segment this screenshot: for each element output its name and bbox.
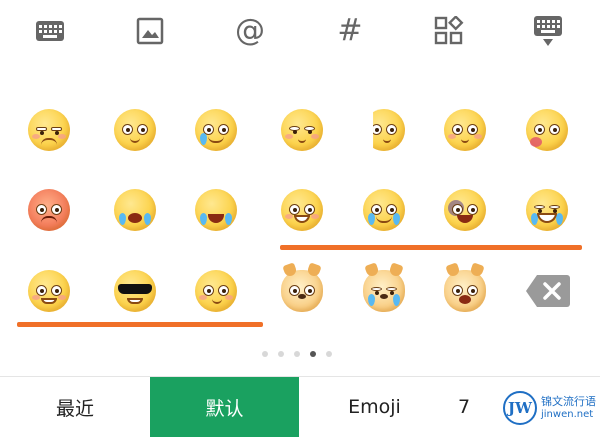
peeking-emoji[interactable]: [358, 104, 410, 156]
tab-label: 最近: [55, 397, 94, 420]
smirk-emoji[interactable]: [190, 265, 242, 317]
waving-tears-emoji[interactable]: [190, 104, 242, 156]
tab-default[interactable]: 默认: [150, 377, 299, 437]
emoji-grid: [0, 0, 600, 345]
angry-emoji[interactable]: [23, 184, 75, 236]
watermark-url: jinwen.net: [541, 408, 594, 420]
page-dot-active[interactable]: [310, 351, 316, 357]
doge-shocked-emoji[interactable]: [439, 262, 491, 317]
vomit-emoji[interactable]: [521, 104, 573, 156]
smug-emoji[interactable]: [276, 104, 328, 156]
tab-label: Emoji: [348, 396, 401, 418]
tab-label: 7: [458, 396, 471, 418]
tab-label: 默认: [205, 397, 244, 420]
doge-emoji[interactable]: [276, 262, 328, 317]
sunglasses-emoji[interactable]: [109, 265, 161, 317]
page-dot[interactable]: [278, 351, 284, 357]
laugh-tears-emoji[interactable]: [358, 184, 410, 236]
highlight-underline: [17, 322, 263, 327]
watermark-logo: JW 锦文流行语 jinwen.net: [503, 385, 600, 431]
dizzy-emoji[interactable]: [109, 104, 161, 156]
tab-emoji[interactable]: Emoji: [299, 377, 450, 437]
crying-emoji[interactable]: [109, 184, 161, 236]
page-dot[interactable]: [326, 351, 332, 357]
big-laugh-emoji[interactable]: [521, 184, 573, 236]
highlight-underline: [280, 245, 582, 250]
tab-recent[interactable]: 最近: [0, 377, 150, 437]
embarrassed-emoji[interactable]: [23, 104, 75, 156]
doge-tears-emoji[interactable]: [358, 262, 410, 317]
backspace-icon[interactable]: [525, 273, 571, 309]
page-indicator: [262, 350, 338, 358]
bruised-emoji[interactable]: [439, 184, 491, 236]
watermark-name: 锦文流行语: [541, 394, 596, 408]
shy-smile-emoji[interactable]: [23, 265, 75, 317]
shush-emoji[interactable]: [439, 104, 491, 156]
page-dot[interactable]: [294, 351, 300, 357]
page-dot[interactable]: [262, 351, 268, 357]
jw-logo: JW: [503, 391, 537, 425]
grin-squint-emoji[interactable]: [276, 184, 328, 236]
laugh-cry-hands-emoji[interactable]: [190, 184, 242, 236]
emoji-face: [28, 109, 70, 151]
